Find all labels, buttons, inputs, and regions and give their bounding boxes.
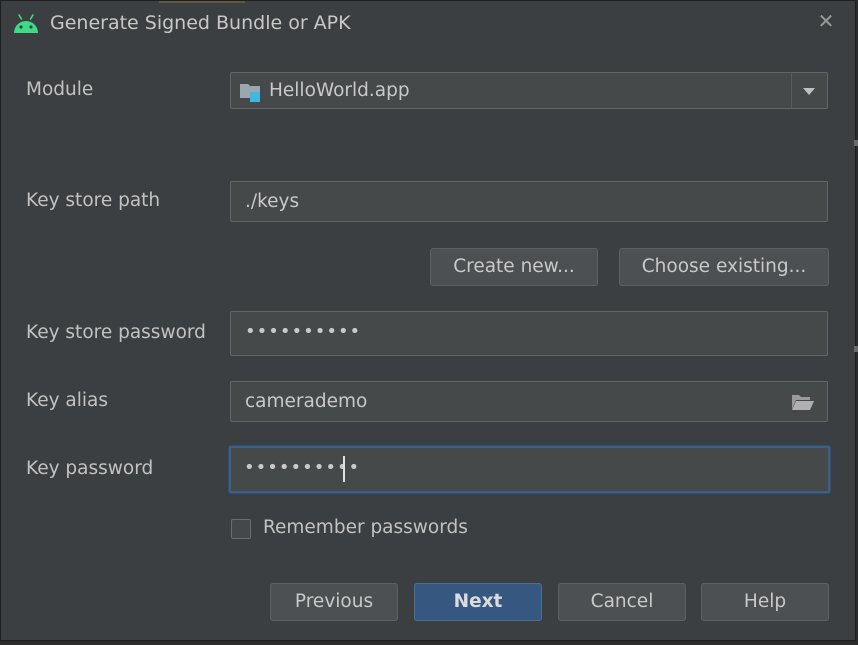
close-button[interactable]: ✕	[815, 10, 837, 32]
help-button[interactable]: Help	[701, 583, 829, 621]
key-store-path-label: Key store path	[26, 190, 161, 211]
remember-passwords-label[interactable]: Remember passwords	[263, 517, 468, 538]
previous-button[interactable]: Previous	[270, 583, 398, 621]
android-icon	[14, 14, 38, 33]
key-store-password-value: ••••••••••	[245, 321, 362, 342]
key-password-label: Key password	[26, 458, 154, 479]
choose-existing-button[interactable]: Choose existing...	[619, 248, 829, 286]
next-button[interactable]: Next	[414, 583, 542, 621]
text-caret	[343, 456, 345, 482]
create-new-button[interactable]: Create new...	[430, 248, 598, 286]
key-store-password-label: Key store password	[26, 322, 206, 343]
signed-bundle-dialog: Generate Signed Bundle or APK ✕ Module H…	[0, 0, 856, 641]
module-dropdown-arrow[interactable]	[791, 73, 827, 108]
key-store-password-input[interactable]: ••••••••••	[230, 311, 828, 356]
key-alias-input[interactable]: camerademo	[230, 381, 828, 422]
module-value: HelloWorld.app	[269, 80, 410, 101]
key-store-path-input[interactable]: ./keys	[230, 181, 828, 222]
dialog-titlebar: Generate Signed Bundle or APK ✕	[1, 1, 855, 47]
module-label: Module	[26, 79, 94, 100]
close-icon: ✕	[817, 9, 835, 33]
key-alias-value: camerademo	[245, 391, 368, 412]
dialog-title: Generate Signed Bundle or APK	[50, 12, 351, 34]
remember-passwords-checkbox[interactable]	[231, 519, 251, 539]
cancel-button[interactable]: Cancel	[558, 583, 686, 621]
module-combobox[interactable]: HelloWorld.app	[230, 72, 828, 109]
key-password-input[interactable]: ••••••••••	[229, 446, 830, 493]
chevron-down-icon	[803, 88, 815, 95]
key-store-path-value: ./keys	[245, 191, 300, 212]
folder-open-icon[interactable]	[791, 392, 815, 412]
key-alias-label: Key alias	[26, 390, 109, 411]
background-edge-mark	[854, 346, 858, 352]
background-edge-mark	[854, 140, 858, 146]
module-folder-icon	[240, 84, 260, 102]
